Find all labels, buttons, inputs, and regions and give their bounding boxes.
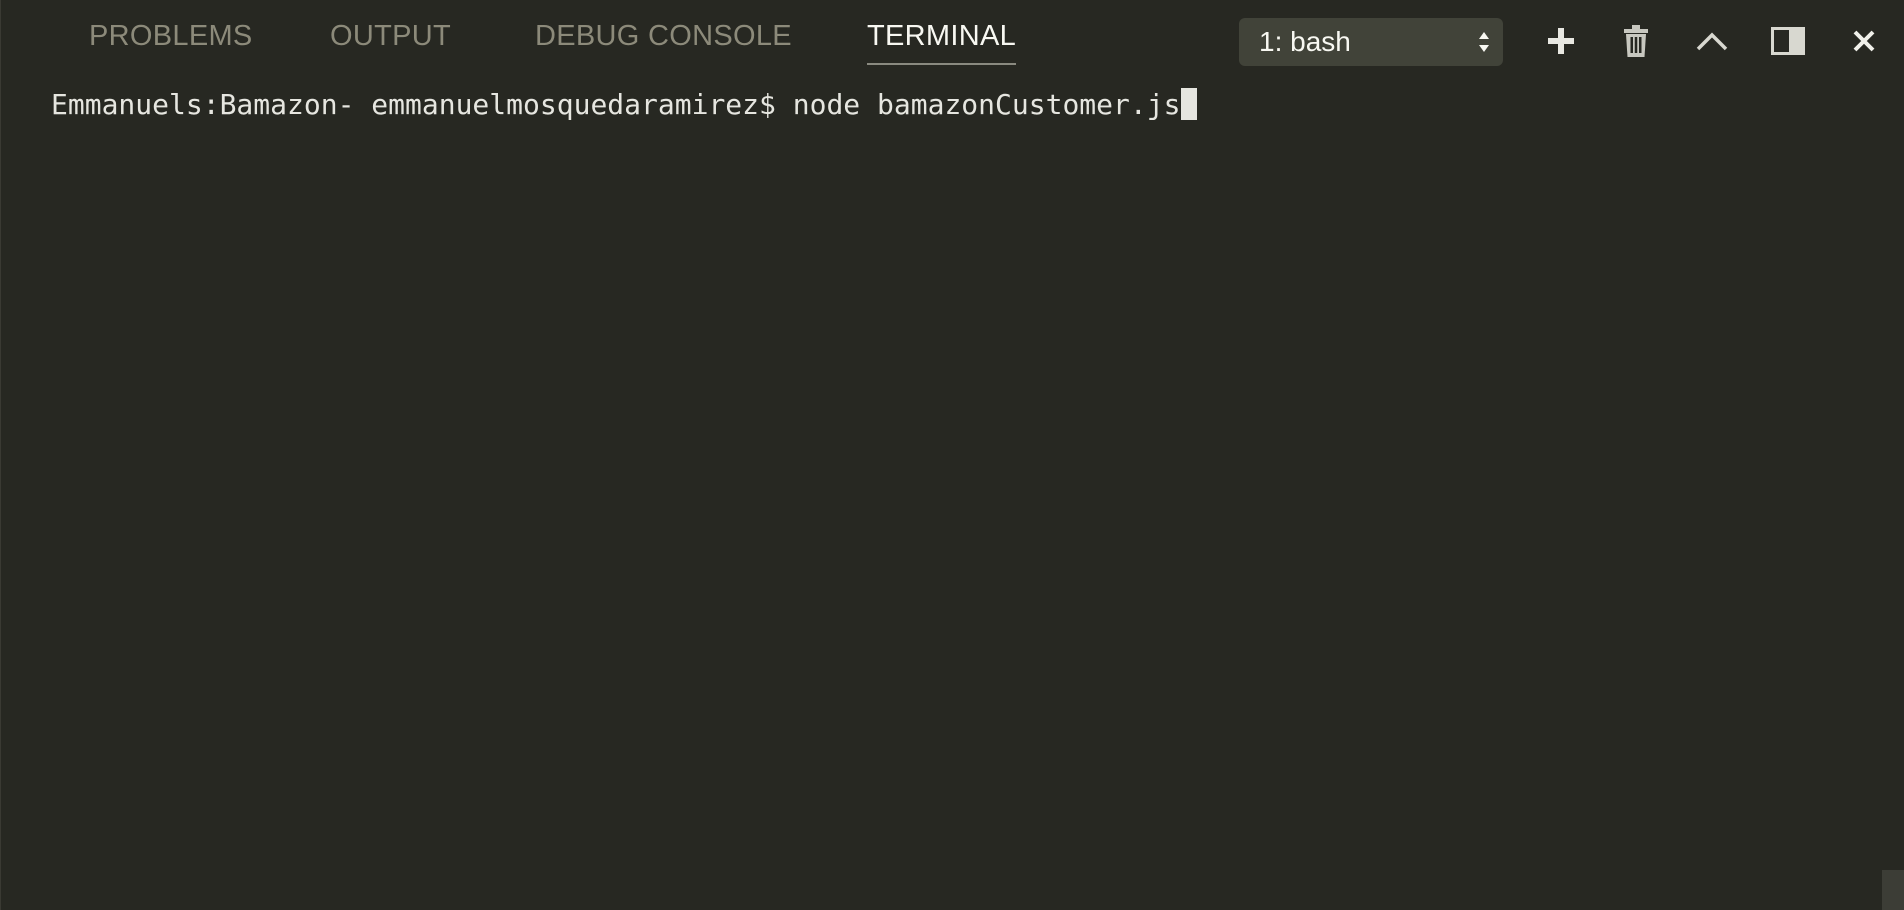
tab-problems[interactable]: PROBLEMS <box>89 19 253 53</box>
maximize-panel-button[interactable] <box>1689 18 1735 64</box>
new-terminal-button[interactable] <box>1538 18 1584 64</box>
tab-terminal[interactable]: TERMINAL <box>867 19 1017 65</box>
chevron-up-icon <box>1696 32 1728 51</box>
select-arrows-icon <box>1479 32 1489 52</box>
terminal-scrollbar[interactable] <box>1882 870 1904 910</box>
terminal-instance-select-value: 1: bash <box>1259 26 1351 57</box>
terminal-instance-select[interactable]: 1: bash <box>1239 18 1503 66</box>
terminal-output[interactable]: Emmanuels:Bamazon- emmanuelmosquedaramir… <box>51 86 1198 124</box>
close-panel-button[interactable] <box>1841 18 1887 64</box>
tab-output[interactable]: OUTPUT <box>330 19 451 53</box>
trash-icon <box>1624 25 1648 57</box>
kill-terminal-button[interactable] <box>1613 18 1659 64</box>
terminal-cursor <box>1181 88 1198 120</box>
tab-debug-console[interactable]: DEBUG CONSOLE <box>535 19 792 53</box>
split-panel-icon <box>1771 27 1805 55</box>
terminal-panel: PROBLEMS OUTPUT DEBUG CONSOLE TERMINAL 1… <box>0 0 1904 910</box>
panel-tab-bar: PROBLEMS OUTPUT DEBUG CONSOLE TERMINAL 1… <box>1 0 1904 76</box>
terminal-command: node bamazonCustomer.js <box>792 88 1181 121</box>
close-icon <box>1853 30 1875 52</box>
toggle-panel-position-button[interactable] <box>1765 18 1811 64</box>
plus-icon <box>1548 28 1574 54</box>
terminal-prompt: Emmanuels:Bamazon- emmanuelmosquedaramir… <box>51 88 776 121</box>
